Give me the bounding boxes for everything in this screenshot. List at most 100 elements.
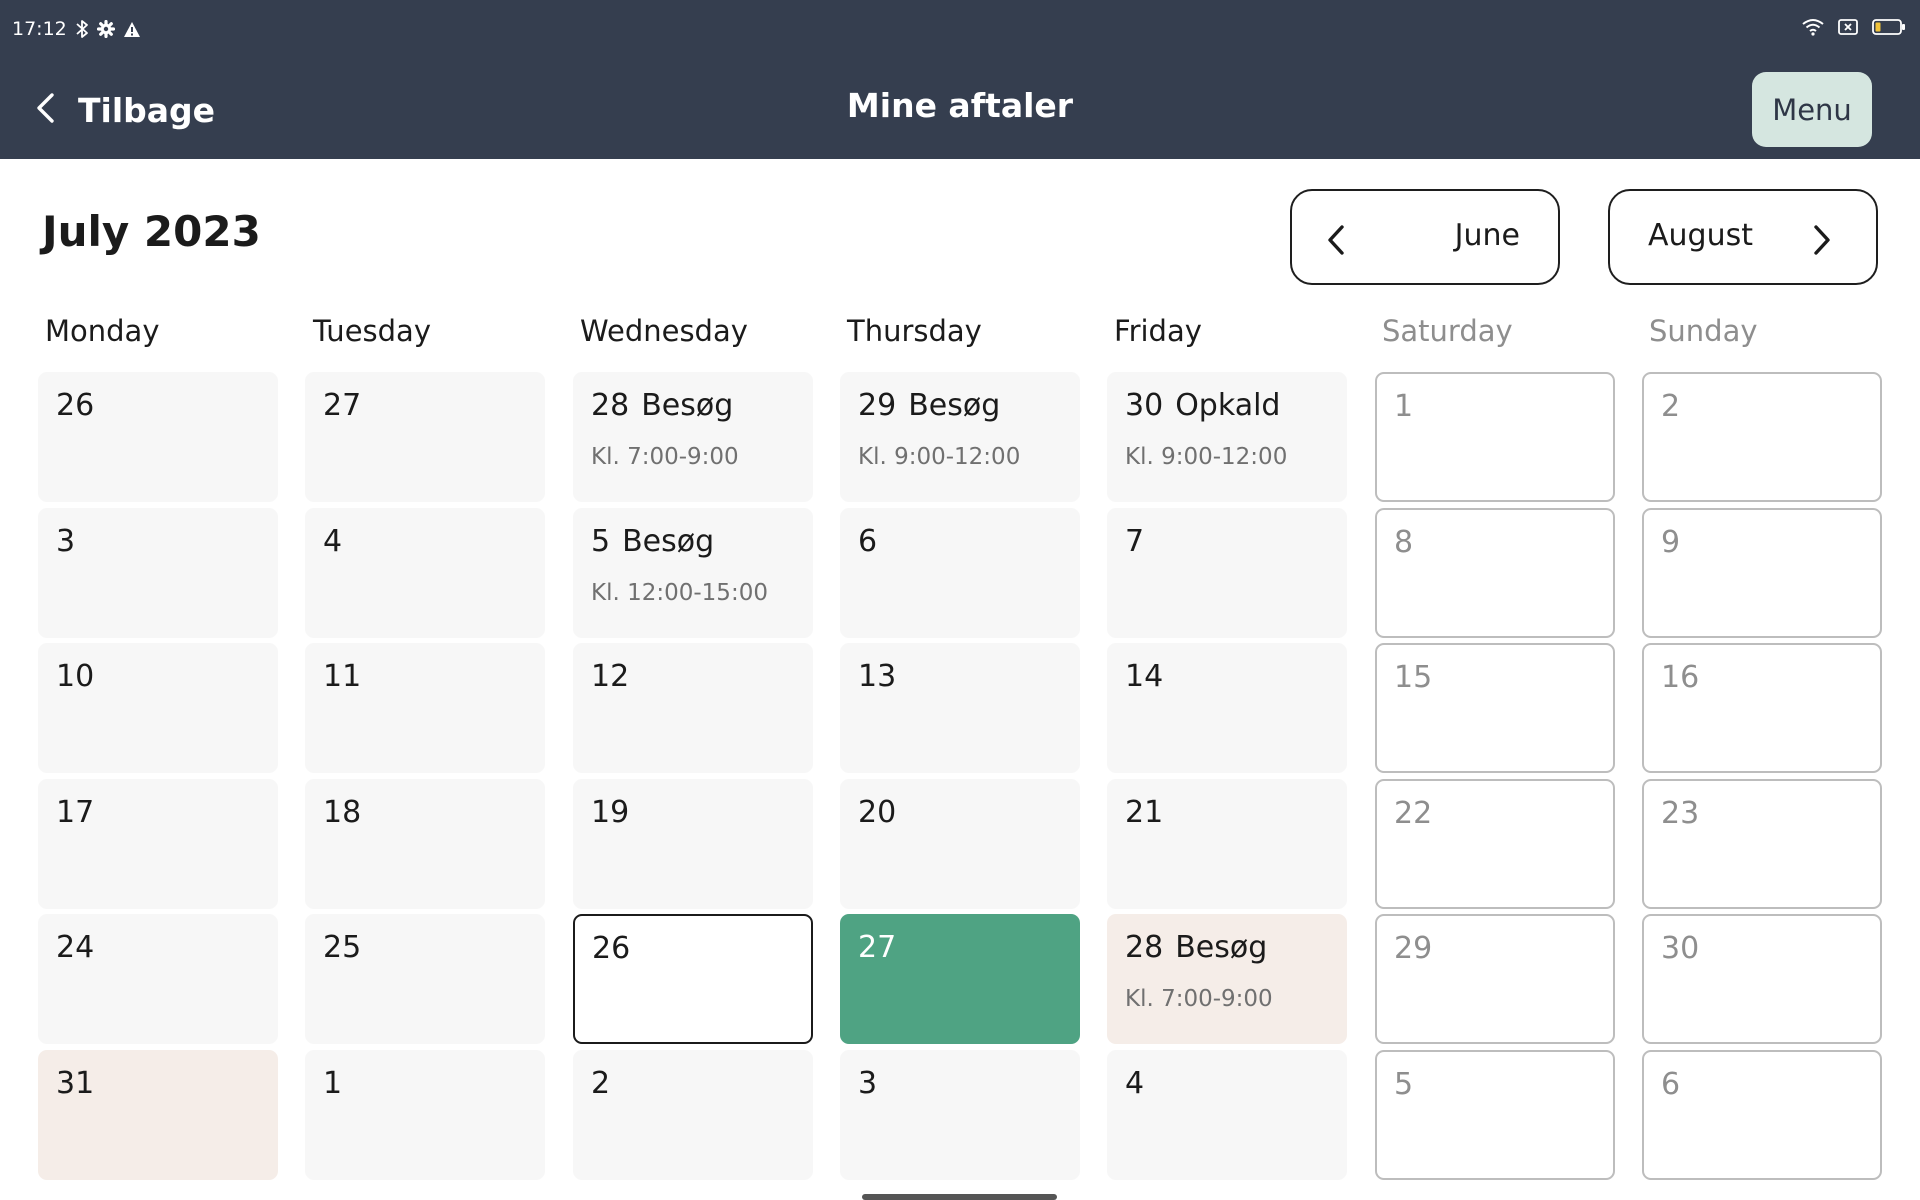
day-header: 18 (323, 795, 361, 830)
calendar-day-cell[interactable]: 11 (305, 643, 545, 773)
day-header: 29 Besøg (858, 388, 1000, 423)
day-header: 27 (323, 388, 361, 423)
day-header: 15 (1394, 660, 1432, 695)
day-number: 24 (56, 930, 95, 965)
calendar-day-cell[interactable]: 3 (840, 1050, 1080, 1180)
day-number: 4 (1125, 1066, 1145, 1101)
menu-button[interactable]: Menu (1752, 72, 1872, 147)
month-title: July 2023 (42, 207, 261, 256)
day-header: 21 (1125, 795, 1163, 830)
calendar-day-cell[interactable]: 10 (38, 643, 278, 773)
appointment-time: Kl. 7:00-9:00 (1125, 986, 1273, 1012)
previous-month-button[interactable]: June (1290, 189, 1560, 285)
appointment-time: Kl. 9:00-12:00 (858, 444, 1021, 470)
day-header: 5 Besøg (591, 524, 714, 559)
calendar-day-cell[interactable]: 7 (1107, 508, 1347, 638)
day-header: 16 (1661, 660, 1699, 695)
appointment-type: Besøg (908, 388, 1001, 423)
chevron-right-icon (1812, 224, 1832, 264)
next-month-button[interactable]: August (1608, 189, 1878, 285)
calendar-day-cell[interactable]: 19 (573, 779, 813, 909)
calendar-day-cell[interactable]: 18 (305, 779, 545, 909)
calendar-day-cell[interactable]: 2 (573, 1050, 813, 1180)
calendar-day-cell[interactable]: 28 Besøg Kl. 7:00-9:00 (1107, 914, 1347, 1044)
calendar-day-cell[interactable]: 22 (1375, 779, 1615, 909)
next-month-label: August (1648, 218, 1753, 253)
day-header: 27 (858, 930, 896, 965)
calendar-day-cell[interactable]: 26 (38, 372, 278, 502)
day-number: 6 (858, 524, 878, 559)
day-header: 6 (858, 524, 877, 559)
weekday-wednesday: Wednesday (580, 314, 748, 348)
day-number: 7 (1125, 524, 1145, 559)
day-header: 30 Opkald (1125, 388, 1280, 423)
day-header: 2 (591, 1066, 610, 1101)
calendar-day-cell[interactable]: 6 (840, 508, 1080, 638)
calendar-day-cell[interactable]: 6 (1642, 1050, 1882, 1180)
calendar-day-cell[interactable]: 2 (1642, 372, 1882, 502)
day-header: 13 (858, 659, 896, 694)
day-header: 31 (56, 1066, 94, 1101)
day-number: 31 (56, 1066, 95, 1101)
day-number: 27 (858, 930, 897, 965)
calendar-day-cell[interactable]: 29 Besøg Kl. 9:00-12:00 (840, 372, 1080, 502)
weekday-sunday: Sunday (1649, 314, 1758, 348)
calendar-day-cell[interactable]: 4 (1107, 1050, 1347, 1180)
day-number: 26 (56, 388, 95, 423)
calendar-day-cell[interactable]: 15 (1375, 643, 1615, 773)
calendar-day-cell[interactable]: 1 (1375, 372, 1615, 502)
calendar-day-cell[interactable]: 16 (1642, 643, 1882, 773)
status-left: 17:12 (12, 18, 141, 40)
day-header: 23 (1661, 796, 1699, 831)
day-header: 29 (1394, 931, 1432, 966)
day-header: 10 (56, 659, 94, 694)
calendar-day-cell[interactable]: 30 (1642, 914, 1882, 1044)
day-number: 14 (1125, 659, 1164, 694)
appointment-type: Opkald (1175, 388, 1281, 423)
calendar-day-cell[interactable]: 31 (38, 1050, 278, 1180)
previous-month-label: June (1454, 218, 1520, 253)
back-button[interactable]: Tilbage (34, 85, 215, 135)
calendar-day-cell[interactable]: 9 (1642, 508, 1882, 638)
chevron-left-icon (34, 92, 56, 128)
day-number: 16 (1661, 660, 1700, 695)
calendar-day-cell[interactable]: 25 (305, 914, 545, 1044)
day-number: 20 (858, 795, 897, 830)
chevron-left-icon (1326, 224, 1346, 264)
calendar-day-cell[interactable]: 28 Besøg Kl. 7:00-9:00 (573, 372, 813, 502)
day-header: 24 (56, 930, 94, 965)
calendar-day-cell[interactable]: 21 (1107, 779, 1347, 909)
appointment-type: Besøg (1175, 930, 1268, 965)
day-header: 22 (1394, 796, 1432, 831)
day-header: 4 (1125, 1066, 1144, 1101)
calendar-day-cell[interactable]: 29 (1375, 914, 1615, 1044)
day-header: 12 (591, 659, 629, 694)
calendar-day-cell[interactable]: 23 (1642, 779, 1882, 909)
calendar-day-cell[interactable]: 24 (38, 914, 278, 1044)
calendar-day-cell[interactable]: 30 Opkald Kl. 9:00-12:00 (1107, 372, 1347, 502)
calendar-day-cell[interactable]: 14 (1107, 643, 1347, 773)
calendar-day-cell[interactable]: 13 (840, 643, 1080, 773)
calendar-day-cell[interactable]: 1 (305, 1050, 545, 1180)
day-number: 26 (592, 931, 631, 966)
calendar-day-cell[interactable]: 27 (840, 914, 1080, 1044)
day-header: 1 (1394, 389, 1413, 424)
weekday-thursday: Thursday (847, 314, 982, 348)
day-header: 30 (1661, 931, 1699, 966)
calendar-day-cell[interactable]: 27 (305, 372, 545, 502)
calendar-day-cell[interactable]: 5 Besøg Kl. 12:00-15:00 (573, 508, 813, 638)
calendar-day-cell[interactable]: 12 (573, 643, 813, 773)
calendar-day-cell[interactable]: 8 (1375, 508, 1615, 638)
day-number: 30 (1125, 388, 1164, 423)
calendar-day-cell[interactable]: 4 (305, 508, 545, 638)
calendar-day-cell[interactable]: 26 (573, 914, 813, 1044)
home-indicator[interactable] (862, 1194, 1057, 1200)
calendar-day-cell[interactable]: 5 (1375, 1050, 1615, 1180)
day-header: 7 (1125, 524, 1144, 559)
day-number: 25 (323, 930, 362, 965)
day-number: 12 (591, 659, 630, 694)
calendar-day-cell[interactable]: 3 (38, 508, 278, 638)
calendar-day-cell[interactable]: 17 (38, 779, 278, 909)
sim-card-icon (1838, 18, 1858, 36)
calendar-day-cell[interactable]: 20 (840, 779, 1080, 909)
